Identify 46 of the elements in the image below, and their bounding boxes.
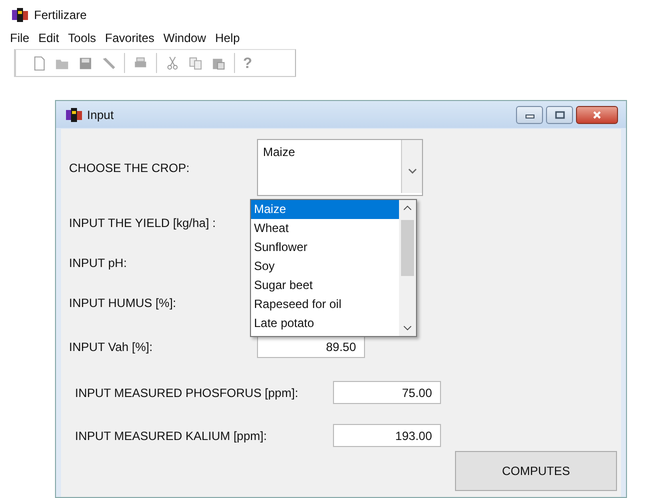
input-field[interactable]: 193.00	[333, 424, 441, 447]
app-logo-icon	[12, 8, 28, 22]
menu-item[interactable]: Window	[163, 31, 206, 49]
app-logo-icon	[66, 108, 82, 122]
chevron-up-icon[interactable]	[403, 204, 412, 212]
app-title: Fertilizare	[34, 8, 87, 22]
field-label: INPUT MEASURED PHOSFORUS [ppm]:	[75, 386, 300, 400]
minimize-button[interactable]	[516, 106, 543, 124]
menu-item[interactable]: Edit	[38, 31, 60, 49]
crop-option[interactable]: Wheat	[251, 219, 399, 238]
chevron-down-icon	[408, 168, 416, 174]
chevron-down-icon[interactable]	[403, 324, 412, 332]
save-icon[interactable]	[78, 56, 93, 70]
field-label: INPUT HUMUS [%]:	[69, 296, 176, 310]
crop-option[interactable]: Sunflower	[251, 238, 399, 257]
copy-icon[interactable]	[188, 56, 203, 70]
scrollbar[interactable]	[399, 200, 416, 336]
input-field[interactable]: 75.00	[333, 381, 441, 404]
crop-option[interactable]: Late potato	[251, 314, 399, 333]
close-icon	[592, 110, 602, 118]
menu-item[interactable]: Tools	[68, 31, 96, 49]
field-label: INPUT THE YIELD [kg/ha] :	[69, 216, 216, 230]
field-label: CHOOSE THE CROP:	[69, 161, 190, 175]
field-label: INPUT Vah [%]:	[69, 340, 154, 354]
field-label: INPUT pH:	[69, 256, 127, 270]
cut-icon[interactable]	[165, 56, 180, 70]
menu-item[interactable]: Favorites	[105, 31, 154, 49]
menu-item[interactable]: Help	[215, 31, 240, 49]
maximize-icon	[554, 110, 564, 118]
input-field[interactable]: 89.50	[257, 335, 365, 358]
maximize-button[interactable]	[546, 106, 573, 124]
close-button[interactable]	[576, 106, 618, 124]
combobox-value: Maize	[263, 144, 296, 158]
pen-icon[interactable]	[101, 56, 116, 70]
dropdown-button[interactable]	[401, 140, 422, 192]
print-icon[interactable]	[133, 56, 148, 70]
crop-option[interactable]: Rapeseed for oil	[251, 295, 399, 314]
window-title: Input	[87, 108, 114, 122]
crop-combobox[interactable]: Maize	[257, 138, 423, 196]
field-label: INPUT MEASURED KALIUM [ppm]:	[75, 428, 268, 442]
crop-option[interactable]: Maize	[251, 200, 399, 219]
new-file-icon[interactable]	[32, 56, 47, 70]
computes-button[interactable]: COMPUTES	[455, 451, 617, 491]
crop-option[interactable]: Sugar beet	[251, 276, 399, 295]
menu-item[interactable]: File	[10, 31, 30, 49]
crop-option[interactable]: Soy	[251, 257, 399, 276]
